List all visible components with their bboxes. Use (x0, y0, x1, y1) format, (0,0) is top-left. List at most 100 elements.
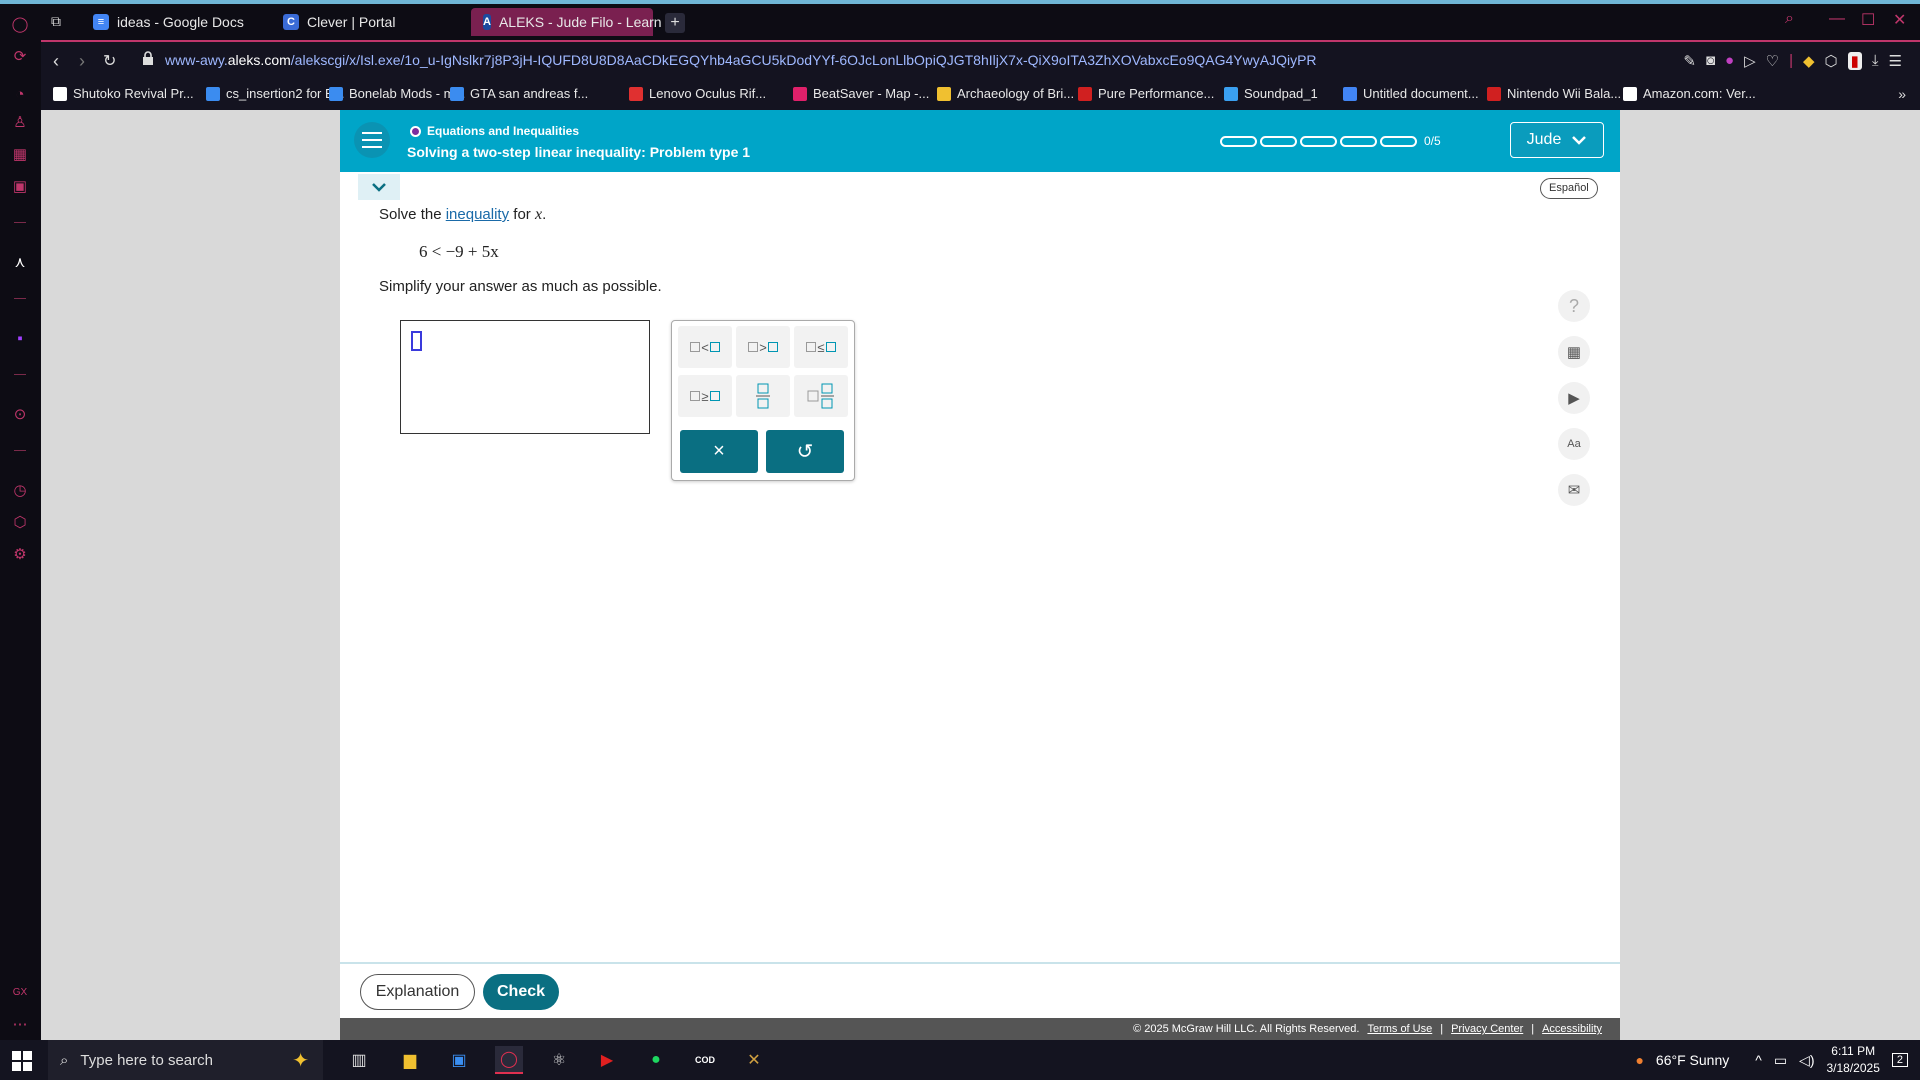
call-of-duty-icon[interactable]: COD (691, 1046, 719, 1074)
send-icon[interactable]: ▷ (1744, 52, 1756, 70)
new-tab-button[interactable]: + (665, 13, 685, 33)
greater-than-key[interactable]: > (736, 326, 790, 368)
check-button[interactable]: Check (483, 974, 559, 1010)
tab-aleks[interactable]: A ALEKS - Jude Filo - Learn (471, 8, 662, 36)
espanol-button[interactable]: Español (1540, 178, 1598, 199)
opera-gx-taskbar-icon[interactable]: ◯ (495, 1046, 523, 1074)
twitch-icon[interactable]: ▪ (8, 326, 32, 350)
weather-text[interactable]: 66°F Sunny (1656, 1052, 1729, 1068)
extension-icon[interactable]: ◆ (1803, 52, 1815, 70)
gx-control-icon[interactable]: GX (8, 980, 32, 1004)
calculator-icon[interactable]: ▦ (1558, 336, 1590, 368)
footer-separator: | (1531, 1023, 1535, 1035)
network-icon[interactable]: ▭ (1774, 1052, 1787, 1069)
spotify-icon[interactable]: ● (642, 1046, 670, 1074)
bookmark-label: Pure Performance... (1098, 86, 1215, 101)
accessibility-link[interactable]: Accessibility (1542, 1023, 1602, 1035)
app-icon[interactable]: ⚛ (545, 1046, 573, 1074)
topic-label: Equations and Inequalities (427, 124, 580, 138)
reload-button[interactable]: ↻ (103, 51, 116, 71)
tab-google-docs[interactable]: ≡ ideas - Google Docs (81, 8, 261, 36)
maximize-button[interactable]: ☐ (1861, 10, 1875, 30)
file-explorer-icon[interactable]: ▆ (396, 1046, 424, 1074)
aleks-page: Equations and Inequalities Solving a two… (340, 110, 1620, 1040)
bookmark-item[interactable]: BeatSaver - Map -... (793, 86, 929, 101)
bookmark-item[interactable]: Pure Performance... (1078, 86, 1214, 101)
bookmark-item[interactable]: GTA san andreas f... (450, 86, 588, 101)
windows-start-icon[interactable] (12, 1051, 32, 1071)
history-icon[interactable]: ◷ (8, 478, 32, 502)
camera-icon[interactable]: ◙ (1706, 52, 1715, 70)
greater-equal-key[interactable]: ≥ (678, 375, 732, 417)
tray-expand-icon[interactable]: ^ (1755, 1052, 1762, 1068)
extensions-icon[interactable]: ⬡ (8, 510, 32, 534)
bookmarks-overflow-icon[interactable]: » (1898, 86, 1906, 102)
task-view-icon[interactable]: ▥ (345, 1046, 373, 1074)
aria-icon[interactable]: ⋏ (8, 250, 32, 274)
volume-icon[interactable]: ◁) (1799, 1052, 1814, 1069)
bookmark-label: Untitled document... (1363, 86, 1479, 101)
answer-input[interactable] (400, 320, 650, 434)
profile-icon[interactable]: ▮ (1847, 52, 1862, 70)
bookmark-favicon-icon (937, 86, 951, 101)
bookmark-item[interactable]: Archaeology of Bri... (937, 86, 1074, 101)
youtube-icon[interactable]: ▶ (593, 1046, 621, 1074)
bookmark-item[interactable]: Amazon.com: Ver... (1623, 86, 1756, 101)
less-than-key[interactable]: < (678, 326, 732, 368)
forward-button[interactable]: › (79, 51, 85, 72)
bookmark-item[interactable]: Untitled document... (1343, 86, 1479, 101)
bookmark-item[interactable]: cs_insertion2 for B... (206, 86, 345, 101)
tab-clever[interactable]: C Clever | Portal (271, 8, 451, 36)
back-button[interactable]: ‹ (53, 51, 59, 72)
mixed-number-key[interactable] (794, 375, 848, 417)
undo-button[interactable]: ↺ (766, 430, 844, 473)
download-icon[interactable]: ⤓ (1872, 52, 1879, 70)
user-menu-button[interactable]: Jude (1510, 122, 1604, 158)
wallet-icon[interactable]: ♙ (8, 110, 32, 134)
video-icon[interactable]: ▶ (1558, 382, 1590, 414)
collapse-toggle-button[interactable] (358, 174, 400, 200)
more-icon[interactable]: ⋯ (8, 1012, 32, 1036)
hamburger-menu-button[interactable] (354, 122, 390, 158)
url-field[interactable]: www-awy.aleks.com/alekscgi/x/Isl.exe/1o_… (165, 52, 1317, 68)
store-icon[interactable]: ▣ (445, 1046, 473, 1074)
taskbar-search[interactable]: ⌕ Type here to search ✦ (48, 1040, 323, 1080)
snapshot-edit-icon[interactable]: ✎ (1683, 52, 1696, 70)
help-icon[interactable]: ? (1558, 290, 1590, 322)
player-icon[interactable]: ⊙ (8, 402, 32, 426)
fraction-key[interactable] (736, 375, 790, 417)
game-icon[interactable]: ✕ (740, 1046, 768, 1074)
privacy-link[interactable]: Privacy Center (1451, 1023, 1523, 1035)
inequality-link[interactable]: inequality (446, 206, 509, 223)
menu-icon[interactable]: ☰ (1889, 52, 1902, 70)
minimize-button[interactable]: — (1829, 10, 1845, 28)
clear-button[interactable]: × (680, 430, 758, 473)
sync-icon[interactable]: ⟳ (8, 44, 32, 68)
search-tabs-icon[interactable]: ⌕ (1785, 10, 1794, 28)
settings-icon[interactable]: ⚙ (8, 542, 32, 566)
progress-count: 0/5 (1424, 134, 1441, 148)
bookmark-item[interactable]: Shutoko Revival Pr... (53, 86, 194, 101)
clock[interactable]: 6:11 PM 3/18/2025 (1826, 1043, 1879, 1077)
bookmark-favicon-icon (793, 86, 807, 101)
explanation-button[interactable]: Explanation (360, 974, 475, 1010)
less-equal-key[interactable]: ≤ (794, 326, 848, 368)
bookmark-item[interactable]: Bonelab Mods - m... (329, 86, 465, 101)
speed-icon[interactable]: ◔ (8, 82, 32, 106)
aleks-icon: A (483, 14, 491, 30)
workspaces-icon[interactable]: ⧉ (51, 13, 61, 30)
bookmark-item[interactable]: Lenovo Oculus Rif... (629, 86, 766, 101)
notifications-icon[interactable]: 2 (1891, 1053, 1908, 1067)
bookmark-item[interactable]: Soundpad_1 (1224, 86, 1318, 101)
close-window-button[interactable]: ✕ (1893, 10, 1906, 30)
opera-logo-icon[interactable]: ◯ (8, 12, 32, 36)
cards-icon[interactable]: ▦ (8, 142, 32, 166)
mail-app-icon[interactable]: ▣ (8, 174, 32, 198)
heart-icon[interactable]: ♡ (1766, 52, 1779, 70)
vpn-icon[interactable]: ● (1725, 52, 1734, 70)
mail-icon[interactable]: ✉ (1558, 474, 1590, 506)
terms-link[interactable]: Terms of Use (1367, 1023, 1432, 1035)
cube-icon[interactable]: ⬡ (1825, 52, 1838, 70)
bookmark-item[interactable]: Nintendo Wii Bala... (1487, 86, 1621, 101)
dictionary-icon[interactable]: Aa (1558, 428, 1590, 460)
